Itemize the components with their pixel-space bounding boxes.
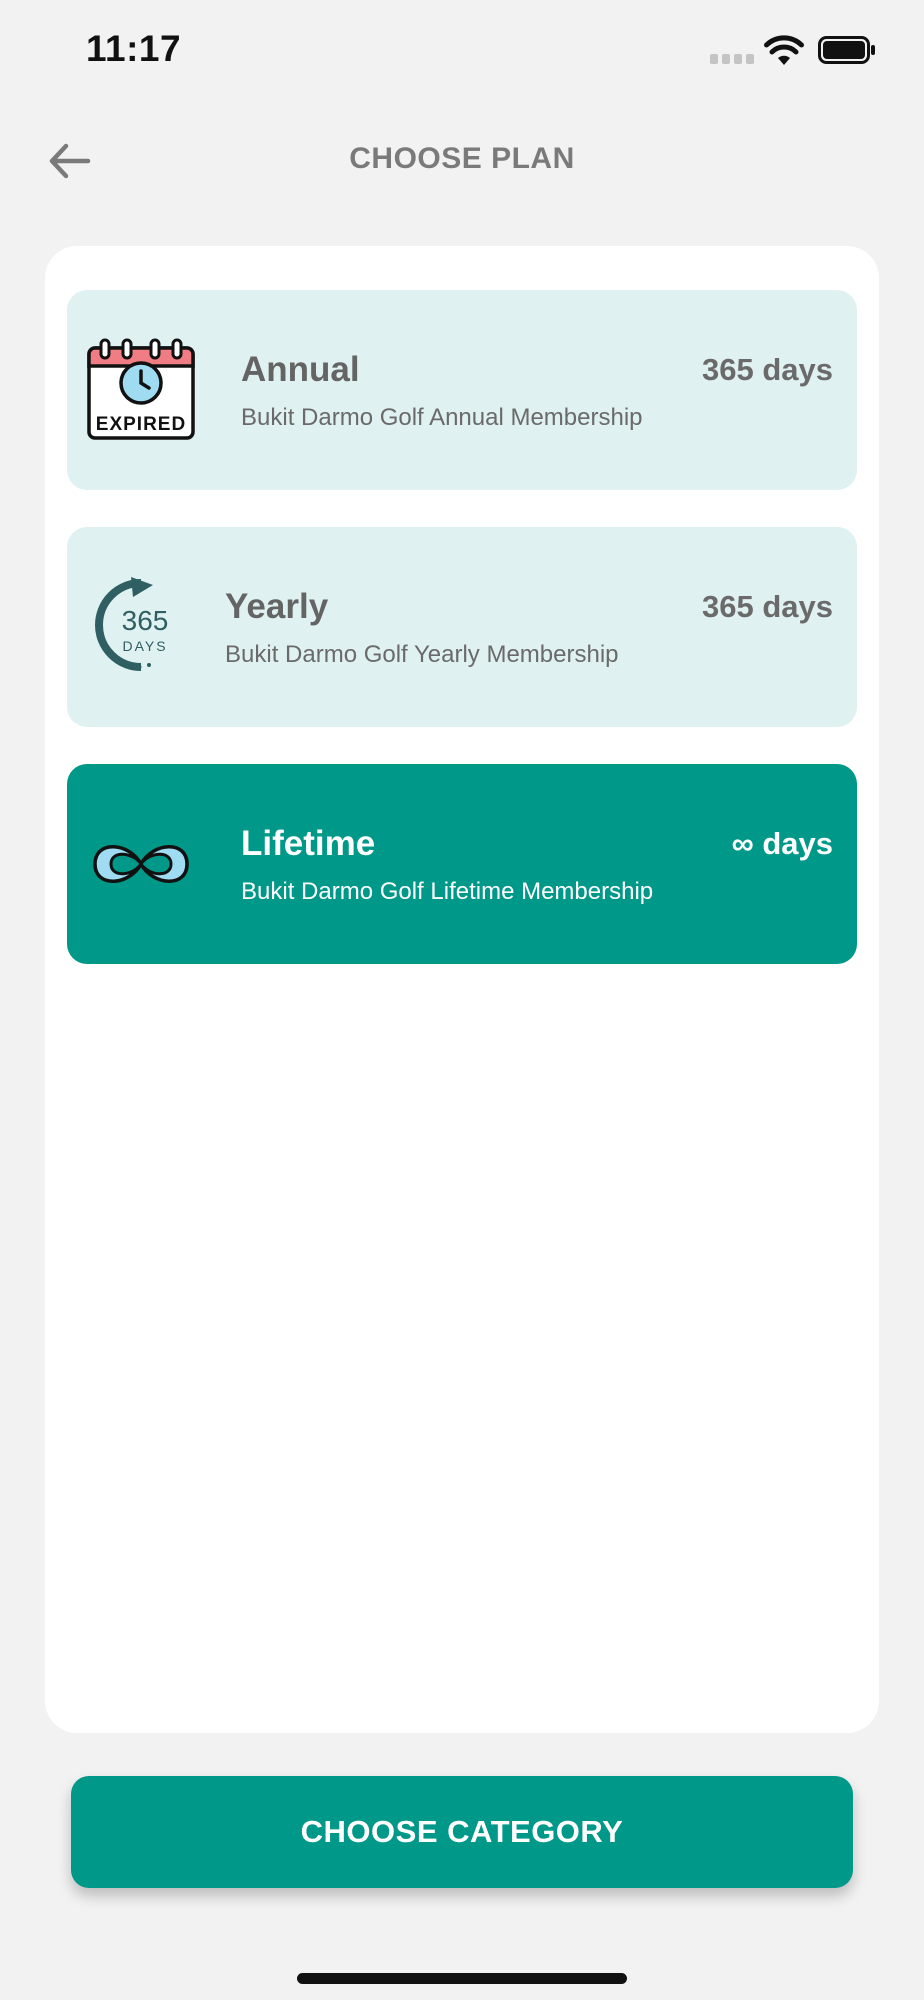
plans-panel: EXPIRED Annual Bukit Darmo Golf Annual M… bbox=[45, 246, 879, 1733]
plan-card-yearly[interactable]: 365 DAYS Yearly Bukit Darmo Golf Yearly … bbox=[67, 527, 857, 727]
header: CHOOSE PLAN bbox=[0, 120, 924, 200]
page-title: CHOOSE PLAN bbox=[349, 142, 575, 175]
expired-calendar-icon: EXPIRED bbox=[87, 338, 195, 440]
365-unit: DAYS bbox=[122, 638, 167, 654]
365-number: 365 bbox=[122, 605, 169, 636]
plan-card-annual[interactable]: EXPIRED Annual Bukit Darmo Golf Annual M… bbox=[67, 290, 857, 490]
status-time: 11:17 bbox=[86, 28, 182, 69]
wifi-icon bbox=[764, 35, 804, 65]
plan-description: Bukit Darmo Golf Lifetime Membership bbox=[241, 878, 654, 905]
cellular-signal-icon bbox=[710, 54, 754, 64]
plan-name: Annual bbox=[241, 350, 360, 389]
status-bar: 11:17 bbox=[0, 0, 924, 100]
plan-duration: 365 days bbox=[702, 352, 833, 387]
home-indicator[interactable] bbox=[297, 1973, 627, 1984]
plan-duration: ∞ days bbox=[731, 826, 833, 861]
expired-label: EXPIRED bbox=[96, 414, 186, 435]
battery-icon bbox=[818, 36, 875, 64]
choose-category-button[interactable]: CHOOSE CATEGORY bbox=[71, 1776, 853, 1888]
plan-card-lifetime[interactable]: Lifetime Bukit Darmo Golf Lifetime Membe… bbox=[67, 764, 857, 964]
plan-name: Yearly bbox=[225, 587, 329, 626]
365-days-icon: 365 DAYS bbox=[95, 577, 169, 671]
plan-description: Bukit Darmo Golf Yearly Membership bbox=[225, 641, 619, 668]
plan-duration: 365 days bbox=[702, 589, 833, 624]
plan-description: Bukit Darmo Golf Annual Membership bbox=[241, 404, 643, 431]
plan-name: Lifetime bbox=[241, 824, 376, 863]
infinity-icon bbox=[93, 845, 189, 883]
